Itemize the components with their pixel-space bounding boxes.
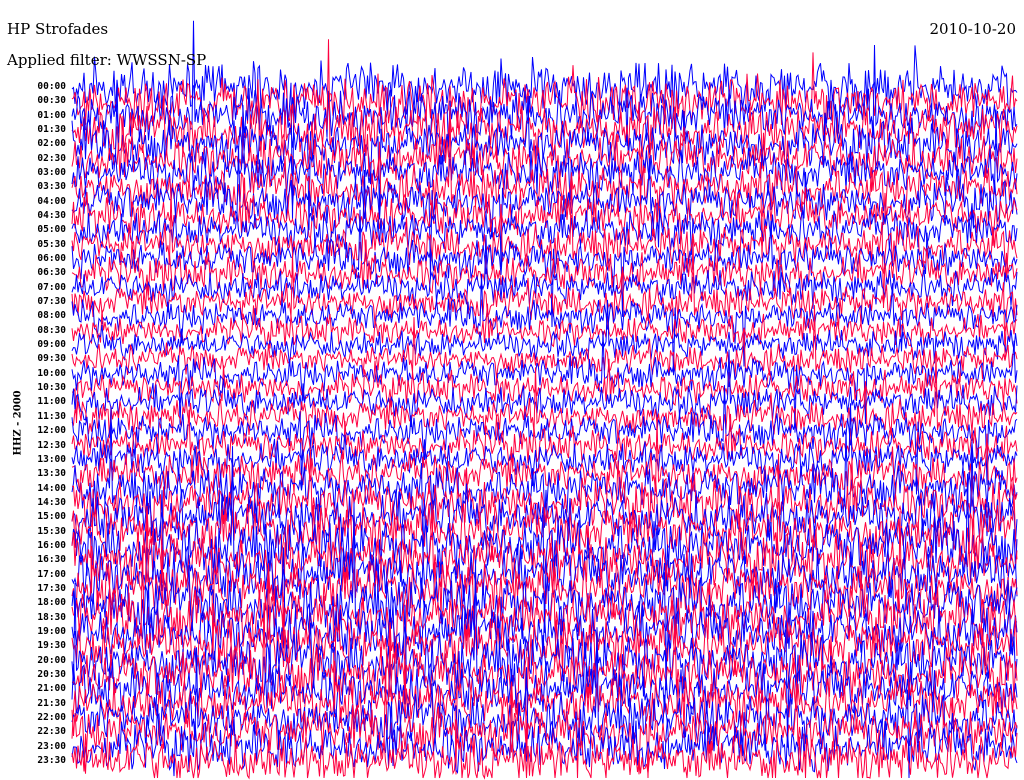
trace-0630: [71, 239, 1018, 296]
filter-label: Applied filter: WWSSN-SP: [7, 51, 207, 69]
trace-0430: [71, 177, 1018, 246]
helicorder-plot: [71, 20, 1018, 780]
